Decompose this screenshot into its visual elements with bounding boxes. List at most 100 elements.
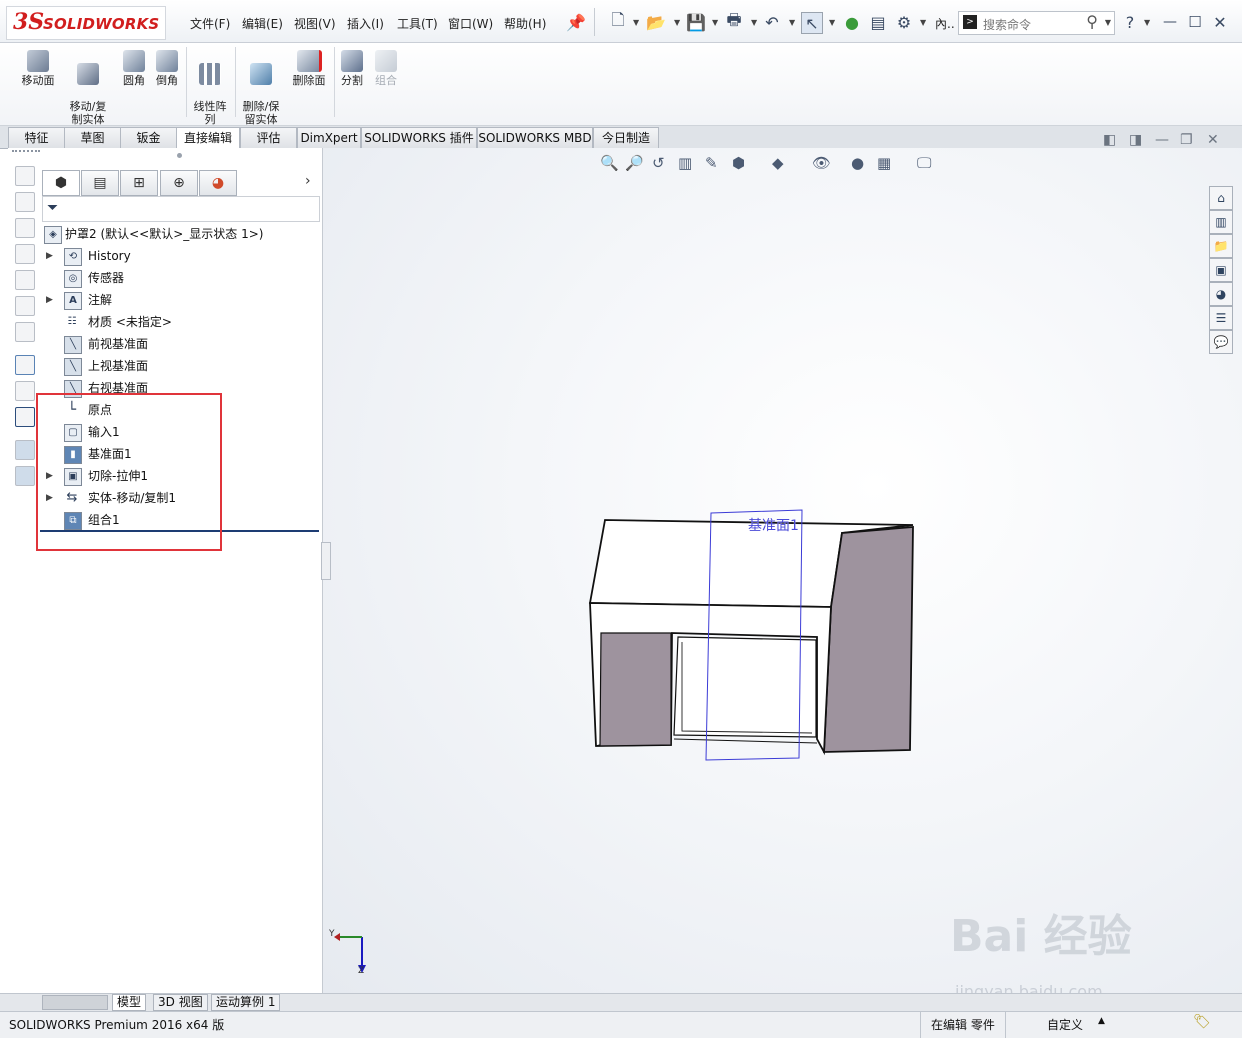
tab-display-manager[interactable]: ◕ bbox=[199, 170, 237, 196]
tab-dimxpert[interactable]: DimXpert bbox=[297, 127, 361, 149]
assembly-icon[interactable] bbox=[15, 440, 35, 460]
chevron-down-icon[interactable]: ▼ bbox=[1144, 18, 1150, 27]
section-view-icon[interactable]: ▥ bbox=[678, 154, 692, 172]
menu-edit[interactable]: 编辑(E) bbox=[242, 15, 283, 32]
split-button[interactable]: 分割 bbox=[338, 50, 366, 87]
delete-keep-body-button[interactable]: 删除/保 留实体 bbox=[238, 50, 284, 126]
solidworks-logo[interactable]: 3S SOLIDWORKS bbox=[6, 6, 166, 40]
zoom-to-area-icon[interactable]: 🔎 bbox=[625, 154, 644, 172]
part-model[interactable] bbox=[570, 505, 930, 770]
toolbar-overflow-label[interactable]: 內.. bbox=[935, 15, 955, 32]
chevron-down-icon[interactable]: ▼ bbox=[789, 18, 795, 27]
chevron-down-icon[interactable]: ▼ bbox=[712, 18, 718, 27]
tab-motion-study[interactable]: 运动算例 1 bbox=[211, 994, 281, 1011]
part-icon[interactable] bbox=[15, 466, 35, 486]
chevron-down-icon[interactable]: ▼ bbox=[829, 18, 835, 27]
tab-solidworks-addins[interactable]: SOLIDWORKS 插件 bbox=[361, 127, 477, 149]
hide-show-items-icon[interactable]: 👁 bbox=[812, 154, 831, 172]
view-settings-icon[interactable]: 🖵 bbox=[917, 154, 931, 172]
menu-view[interactable]: 视图(V) bbox=[294, 15, 336, 32]
restore-doc-icon[interactable]: ❐ bbox=[1180, 132, 1193, 148]
view-orientation-icon[interactable]: ⬢ bbox=[732, 154, 745, 172]
minimize-window-icon[interactable]: — bbox=[1160, 12, 1180, 32]
select-tool-icon[interactable] bbox=[15, 407, 35, 427]
tab-evaluate[interactable]: 评估 bbox=[240, 127, 297, 149]
chevron-down-icon[interactable]: ▼ bbox=[920, 18, 926, 27]
tab-configuration-manager[interactable]: ⊞ bbox=[120, 170, 158, 196]
open-folder-icon[interactable]: 📂 bbox=[646, 12, 666, 32]
tab-sheet-metal[interactable]: 钣金 bbox=[120, 127, 177, 149]
move-face-button[interactable]: 移动面 bbox=[16, 50, 60, 87]
zoom-to-fit-icon[interactable]: 🔍 bbox=[600, 154, 619, 172]
file-explorer-icon[interactable]: 📁 bbox=[1209, 234, 1233, 258]
chevron-down-icon[interactable]: ▼ bbox=[751, 18, 757, 27]
tab-scroll-arrows[interactable] bbox=[42, 995, 108, 1010]
appearances-icon[interactable]: ◕ bbox=[1209, 282, 1233, 306]
reference-plane-label[interactable]: 基准面1 bbox=[748, 515, 799, 535]
maximize-window-icon[interactable]: ☐ bbox=[1185, 12, 1205, 32]
file-properties-icon[interactable]: ▤ bbox=[868, 12, 888, 32]
move-copy-body-button[interactable]: 移动/复 制实体 bbox=[64, 50, 112, 126]
tile-left-icon[interactable]: ◧ bbox=[1103, 132, 1116, 148]
home-icon[interactable]: ⌂ bbox=[1209, 186, 1233, 210]
view-top-icon[interactable] bbox=[15, 192, 35, 212]
menu-tools[interactable]: 工具(T) bbox=[397, 15, 438, 32]
expand-arrow-icon[interactable]: ▶ bbox=[46, 290, 56, 310]
close-doc-icon[interactable]: ✕ bbox=[1207, 132, 1219, 148]
undo-icon[interactable]: ↶ bbox=[762, 12, 782, 32]
previous-view-icon[interactable]: ↺ bbox=[652, 154, 665, 172]
close-window-icon[interactable]: ✕ bbox=[1210, 12, 1230, 32]
save-icon[interactable]: 💾 bbox=[686, 12, 706, 32]
custom-properties-icon[interactable]: ☰ bbox=[1209, 306, 1233, 330]
view-palette-icon[interactable]: ▣ bbox=[1209, 258, 1233, 282]
new-document-icon[interactable]: 🗋 bbox=[608, 10, 628, 32]
print-icon[interactable]: 🖶 bbox=[724, 10, 744, 32]
menu-window[interactable]: 窗口(W) bbox=[448, 15, 493, 32]
view-bottom-icon[interactable] bbox=[15, 270, 35, 290]
search-icon[interactable]: ⚲ bbox=[1086, 12, 1098, 31]
fillet-button[interactable]: 圆角 bbox=[120, 50, 148, 87]
edit-appearance-icon[interactable]: ● bbox=[851, 154, 864, 172]
menu-help[interactable]: 帮助(H) bbox=[504, 15, 546, 32]
tab-dimxpert-manager[interactable]: ⊕ bbox=[160, 170, 198, 196]
menu-file[interactable]: 文件(F) bbox=[190, 15, 230, 32]
help-icon[interactable]: ? bbox=[1120, 12, 1140, 32]
dynamic-annotation-icon[interactable]: ✎ bbox=[705, 154, 718, 172]
apply-scene-icon[interactable]: ▦ bbox=[877, 154, 891, 172]
tab-property-manager[interactable]: ▤ bbox=[81, 170, 119, 196]
sketch-rect-icon[interactable] bbox=[15, 381, 35, 401]
display-style-icon[interactable]: ◆ bbox=[772, 154, 784, 172]
tile-right-icon[interactable]: ◨ bbox=[1129, 132, 1142, 148]
pin-icon[interactable]: 📌 bbox=[566, 12, 586, 32]
chevron-right-icon[interactable]: › bbox=[305, 173, 311, 189]
tab-solidworks-mbd[interactable]: SOLIDWORKS MBD bbox=[477, 127, 593, 149]
menu-insert[interactable]: 插入(I) bbox=[347, 15, 384, 32]
tab-model[interactable]: 模型 bbox=[112, 994, 147, 1011]
view-front-icon[interactable] bbox=[15, 166, 35, 186]
chamfer-button[interactable]: 倒角 bbox=[153, 50, 181, 87]
combine-button[interactable]: 组合 bbox=[372, 50, 400, 87]
panel-splitter-handle[interactable] bbox=[177, 153, 182, 158]
view-back-icon[interactable] bbox=[15, 244, 35, 264]
minimize-doc-icon[interactable]: — bbox=[1155, 132, 1169, 148]
status-units[interactable]: 自定义 bbox=[1047, 1016, 1083, 1033]
rebuild-traffic-light-icon[interactable]: ● bbox=[842, 12, 862, 32]
tab-sketch[interactable]: 草图 bbox=[64, 127, 121, 149]
chevron-up-icon[interactable]: ▲ bbox=[1098, 1016, 1105, 1026]
panel-grip[interactable] bbox=[12, 150, 40, 155]
sketch-icon[interactable] bbox=[15, 355, 35, 375]
tab-3d-views[interactable]: 3D 视图 bbox=[153, 994, 208, 1011]
view-iso-icon[interactable] bbox=[15, 322, 35, 342]
panel-collapse-handle[interactable] bbox=[321, 542, 331, 580]
delete-face-button[interactable]: 删除面 bbox=[289, 50, 329, 87]
chevron-down-icon[interactable]: ▼ bbox=[633, 18, 639, 27]
tag-icon[interactable]: 🏷 bbox=[1193, 1014, 1211, 1030]
design-library-icon[interactable]: ▥ bbox=[1209, 210, 1233, 234]
tab-manufacturing-today[interactable]: 今日制造 bbox=[593, 127, 659, 149]
search-commands-field[interactable]: > 搜索命令 ⚲ ▼ bbox=[958, 11, 1115, 35]
tab-feature-manager[interactable]: ⬢ bbox=[42, 170, 80, 196]
view-right-icon[interactable] bbox=[15, 218, 35, 238]
tree-filter-field[interactable]: ⏷ bbox=[42, 196, 320, 222]
options-gear-icon[interactable]: ⚙ bbox=[894, 12, 914, 32]
tab-features[interactable]: 特征 bbox=[8, 127, 65, 149]
